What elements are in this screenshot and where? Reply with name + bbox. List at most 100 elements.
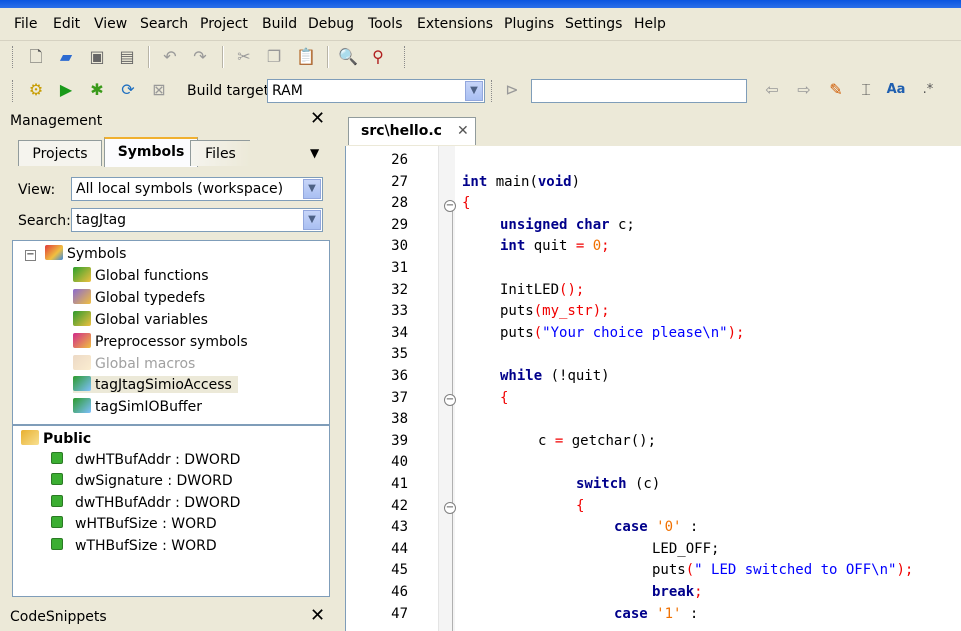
toolbar-grip[interactable] [404,46,408,68]
typedefs-folder-icon [73,289,91,304]
toolbar-grip[interactable] [12,80,16,102]
fold-toggle-icon[interactable]: − [444,394,456,406]
close-icon[interactable]: ✕ [457,118,469,144]
arrow-left-icon[interactable]: ⇦ [762,80,782,100]
search-label: Search: [18,213,71,229]
member-item[interactable]: wHTBufSize : WORD [51,516,217,532]
menu-debug[interactable]: Debug [308,16,354,32]
codesnippets-panel-title: CodeSnippets [10,609,107,625]
find-icon[interactable]: 🔍 [338,47,358,67]
macros-folder-icon [73,355,91,370]
main-toolbar: 🗋 ▰ ▣ ▤ ↶ ↷ ✂ ❐ 📋 🔍 ⚲ [0,41,961,73]
menu-settings[interactable]: Settings [565,16,622,32]
class-icon [73,398,91,413]
menu-view[interactable]: View [94,16,127,32]
variables-folder-icon [73,311,91,326]
rebuild-icon[interactable]: ⟳ [118,80,138,100]
copy-icon[interactable]: ❐ [264,47,284,67]
toolbar-search-input[interactable] [531,79,747,103]
view-select-value: All local symbols (workspace) [76,181,284,197]
member-item[interactable]: dwHTBufAddr : DWORD [51,452,240,468]
tree-item-global-functions[interactable]: Global functions [73,267,209,284]
chevron-down-icon[interactable]: ▼ [303,179,321,199]
code-editor[interactable]: 26 27 int main(void) 28{ 29 unsigned char … [345,146,961,631]
toolbar-grip[interactable] [12,46,16,68]
public-folder-icon [21,430,39,445]
abort-icon[interactable]: ⊠ [149,80,169,100]
menu-help[interactable]: Help [634,16,666,32]
variable-icon [51,538,63,550]
tree-item-tagjtagsimioaccess[interactable]: tagJtagSimioAccess [73,376,238,393]
paste-icon[interactable]: 📋 [296,47,316,67]
class-icon [73,376,91,391]
highlight-pen-icon[interactable]: ✎ [826,80,846,100]
tab-files[interactable]: Files [190,140,250,166]
redo-icon[interactable]: ↷ [190,47,210,67]
menu-extensions[interactable]: Extensions [417,16,493,32]
symbol-search-input[interactable]: tagJtag ▼ [71,208,323,232]
member-item[interactable]: dwTHBufAddr : DWORD [51,495,240,511]
members-tree: Public dwHTBufAddr : DWORD dwSignature :… [12,425,330,597]
save-all-icon[interactable]: ▤ [117,47,137,67]
tree-item-global-typedefs[interactable]: Global typedefs [73,289,205,306]
menu-build[interactable]: Build [262,16,297,32]
close-icon[interactable]: ✕ [310,605,325,626]
chevron-down-icon[interactable]: ▼ [465,81,483,101]
replace-icon[interactable]: ⚲ [368,47,388,67]
build-target-value: RAM [272,83,303,99]
member-item[interactable]: wTHBufSize : WORD [51,538,217,554]
tree-item-global-variables[interactable]: Global variables [73,311,208,328]
symbols-tree: − Symbols Global functions Global typede… [12,240,330,425]
variable-icon [51,473,63,485]
tab-symbols[interactable]: Symbols [104,137,198,167]
build-and-run-icon[interactable]: ✱ [87,80,107,100]
tree-item-public[interactable]: Public [21,430,91,447]
menu-project[interactable]: Project [200,16,248,32]
save-icon[interactable]: ▣ [87,47,107,67]
editor-tab-hello-c[interactable]: src\hello.c ✕ [348,117,476,145]
member-item[interactable]: dwSignature : DWORD [51,473,233,489]
close-icon[interactable]: ✕ [310,108,325,129]
tree-item-global-macros[interactable]: Global macros [73,355,195,372]
menu-tools[interactable]: Tools [368,16,403,32]
symbol-search-value: tagJtag [76,212,127,228]
tree-item-preprocessor-symbols[interactable]: Preprocessor symbols [73,333,248,350]
tree-item-symbols[interactable]: Symbols [45,245,126,262]
editor-tab-label: src\hello.c [361,123,442,139]
search-type-icon[interactable]: ⊳ [502,80,522,100]
management-panel-title: Management [10,113,103,129]
match-case-icon[interactable]: Aa [886,80,906,100]
run-icon[interactable]: ▶ [56,80,76,100]
cut-icon[interactable]: ✂ [234,47,254,67]
view-select[interactable]: All local symbols (workspace) ▼ [71,177,323,201]
fold-toggle-icon[interactable]: − [444,200,456,212]
tab-list-dropdown-icon[interactable]: ▼ [310,146,319,160]
menu-search[interactable]: Search [140,16,188,32]
toolbar-separator [148,46,150,68]
functions-folder-icon [73,267,91,282]
toolbar-separator [327,46,329,68]
tree-item-tagsimiobuffer[interactable]: tagSimIOBuffer [73,398,202,415]
toolbar-separator [222,46,224,68]
fold-toggle-icon[interactable]: − [444,502,456,514]
build-target-label: Build target: [187,83,274,99]
title-bar [0,0,961,8]
open-folder-icon[interactable]: ▰ [56,47,76,67]
menu-plugins[interactable]: Plugins [504,16,554,32]
build-target-select[interactable]: RAM ▼ [267,79,485,103]
arrow-right-icon[interactable]: ⇨ [794,80,814,100]
chevron-down-icon[interactable]: ▼ [303,210,321,230]
new-file-icon[interactable]: 🗋 [26,47,46,67]
build-toolbar: ⚙ ▶ ✱ ⟳ ⊠ Build target: RAM ▼ ⊳ ⇦ ⇨ ✎ ⌶ … [0,74,961,108]
menu-edit[interactable]: Edit [53,16,80,32]
menu-file[interactable]: File [14,16,37,32]
variable-icon [51,516,63,528]
toolbar-grip[interactable] [491,80,495,102]
selection-icon[interactable]: ⌶ [856,80,876,100]
undo-icon[interactable]: ↶ [160,47,180,67]
build-gear-icon[interactable]: ⚙ [26,80,46,100]
tab-projects[interactable]: Projects [18,140,102,166]
collapse-toggle-icon[interactable]: − [25,250,36,261]
variable-icon [51,495,63,507]
regex-icon[interactable]: .* [918,80,938,100]
